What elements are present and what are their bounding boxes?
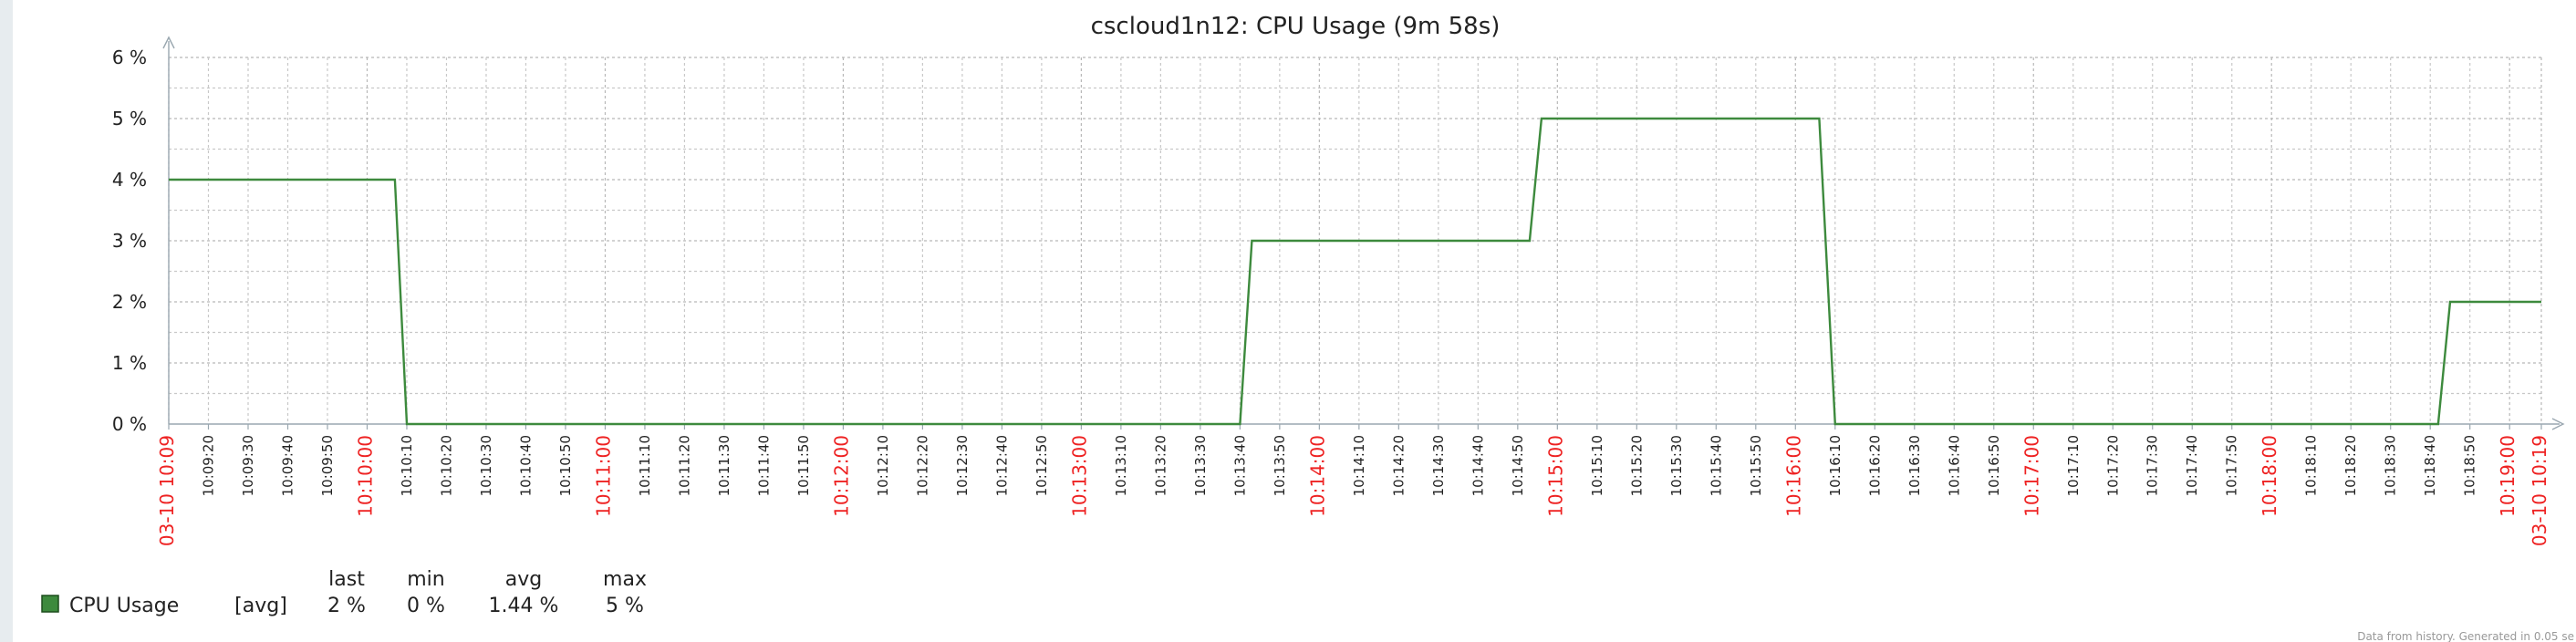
graph-page: cscloud1n12: CPU Usage (9m 58s) 0 % 1 % 2 …: [0, 0, 2576, 642]
x-tick-label: 10:18:20: [2342, 435, 2359, 496]
x-tick-label: 10:09:20: [200, 435, 216, 496]
x-tick-label: 10:12:40: [993, 435, 1010, 496]
x-tick-label: 10:09:30: [240, 435, 256, 496]
x-tick-label: 10:18:50: [2462, 435, 2478, 496]
x-tick-label: 10:12:50: [1034, 435, 1050, 496]
y-tick-label: 4 %: [112, 169, 147, 191]
x-tick-label: 10:10:50: [557, 435, 574, 496]
x-tick-label: 10:11:50: [795, 435, 812, 496]
x-tick-label: 10:11:30: [716, 435, 732, 496]
x-tick-label: 10:10:40: [517, 435, 534, 496]
x-tick-label: 10:16:40: [1946, 435, 1962, 496]
x-tick-label: 10:12:20: [914, 435, 930, 496]
x-tick-label: 10:13:40: [1231, 435, 1248, 496]
x-tick-label: 10:15:40: [1708, 435, 1724, 496]
x-tick-label: 10:17:00: [2020, 435, 2042, 517]
x-tick-label: 10:15:50: [1748, 435, 1764, 496]
x-tick-label-start: 03-10 10:09: [156, 435, 178, 546]
legend-value-max: 5 %: [606, 595, 644, 617]
x-tick-label: 10:19:00: [2497, 435, 2519, 517]
x-tick-label: 10:16:50: [1986, 435, 2002, 496]
legend: last min avg max CPU Usage [avg] 2 % 0 %…: [41, 568, 647, 617]
cpu-usage-chart: cscloud1n12: CPU Usage (9m 58s) 0 % 1 % 2 …: [41, 13, 2574, 642]
x-tick-label: 10:10:10: [399, 435, 415, 496]
legend-value-min: 0 %: [407, 595, 445, 617]
x-tick-label: 10:16:20: [1866, 435, 1883, 496]
x-tick-label: 10:10:20: [438, 435, 454, 496]
legend-header-last: last: [328, 568, 365, 591]
legend-swatch-cpu-usage: [41, 595, 59, 613]
x-tick-label-end: 03-10 10:19: [2529, 435, 2550, 546]
x-tick-label: 10:10:00: [354, 435, 376, 517]
x-tick-label: 10:17:10: [2065, 435, 2082, 496]
x-tick-label: 10:14:50: [1510, 435, 1526, 496]
x-tick-label: 10:14:40: [1470, 435, 1486, 496]
x-tick-label: 10:11:40: [755, 435, 772, 496]
legend-series-func: [avg]: [234, 595, 287, 617]
x-tick-label: 10:09:50: [319, 435, 336, 496]
x-tick-label: 10:15:10: [1589, 435, 1605, 496]
y-tick-label: 2 %: [112, 291, 147, 313]
y-tick-label: 3 %: [112, 230, 147, 252]
x-tick-label: 10:16:30: [1906, 435, 1923, 496]
x-tick-label: 10:18:40: [2422, 435, 2438, 496]
y-tick-label: 5 %: [112, 108, 147, 129]
footer-note: Data from history. Generated in 0.05 se: [2357, 630, 2574, 642]
x-axis-ticks: 03-10 10:09 10:09:20 10:09:30 10:09:40 10:09…: [156, 435, 2550, 546]
x-tick-label: 10:17:50: [2224, 435, 2240, 496]
x-tick-label: 10:14:30: [1430, 435, 1447, 496]
x-tick-label: 10:18:10: [2303, 435, 2320, 496]
x-tick-label: 10:15:20: [1628, 435, 1645, 496]
x-tick-label: 10:12:30: [954, 435, 971, 496]
x-tick-label: 10:14:20: [1390, 435, 1407, 496]
legend-header-min: min: [407, 568, 445, 591]
axes: [162, 36, 2565, 430]
x-tick-label: 10:16:10: [1827, 435, 1844, 496]
chart-title: cscloud1n12: CPU Usage (9m 58s): [1091, 13, 1501, 40]
x-tick-label: 10:15:00: [1544, 435, 1566, 517]
x-tick-label: 10:18:30: [2383, 435, 2399, 496]
x-tick-label: 10:14:10: [1351, 435, 1367, 496]
legend-series-name: CPU Usage: [69, 595, 179, 617]
x-tick-label: 10:17:30: [2145, 435, 2161, 496]
legend-header-avg: avg: [505, 568, 542, 591]
x-tick-label: 10:18:00: [2259, 435, 2280, 517]
x-tick-label: 10:09:40: [279, 435, 296, 496]
y-axis-ticks: 0 % 1 % 2 % 3 % 4 % 5 % 6 %: [112, 47, 147, 435]
x-tick-label: 10:10:30: [478, 435, 494, 496]
x-tick-label: 10:14:00: [1306, 435, 1328, 517]
x-tick-label: 10:11:00: [592, 435, 614, 517]
x-tick-label: 10:17:40: [2184, 435, 2200, 496]
x-tick-label: 10:12:10: [875, 435, 891, 496]
x-tick-label: 10:15:30: [1668, 435, 1685, 496]
x-tick-label: 10:13:30: [1192, 435, 1209, 496]
legend-value-last: 2 %: [327, 595, 366, 617]
x-tick-label: 10:12:00: [830, 435, 852, 517]
legend-header-max: max: [603, 568, 647, 591]
y-tick-label: 6 %: [112, 47, 147, 68]
x-tick-label: 10:11:20: [676, 435, 692, 496]
y-tick-label: 1 %: [112, 352, 147, 374]
x-tick-label: 10:11:10: [637, 435, 653, 496]
x-tick-label: 10:17:20: [2104, 435, 2121, 496]
x-tick-label: 10:13:20: [1152, 435, 1169, 496]
x-tick-label: 10:13:00: [1068, 435, 1090, 517]
x-tick-label: 10:16:00: [1782, 435, 1804, 517]
y-tick-label: 0 %: [112, 413, 147, 435]
x-tick-label: 10:13:10: [1113, 435, 1129, 496]
x-tick-label: 10:13:50: [1272, 435, 1288, 496]
legend-value-avg: 1.44 %: [489, 595, 559, 617]
